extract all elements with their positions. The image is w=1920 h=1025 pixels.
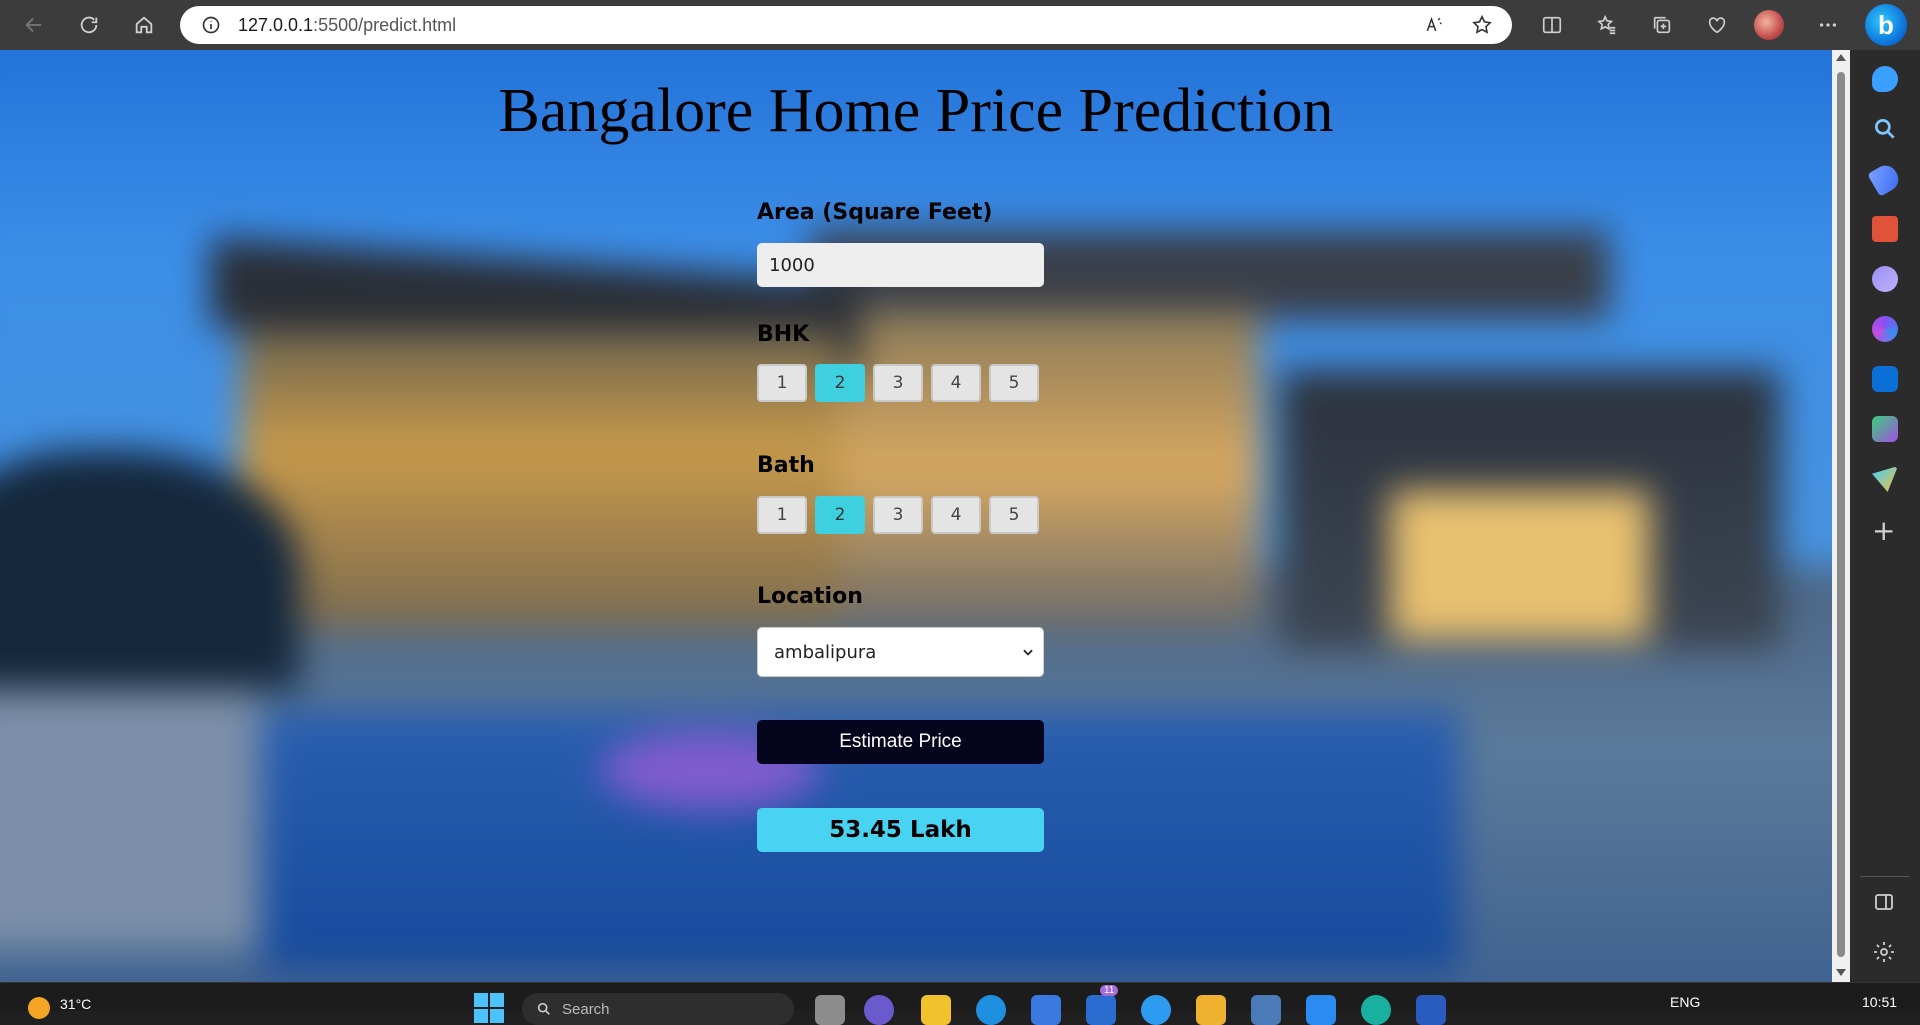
bing-copilot-icon[interactable]: b [1865,4,1907,46]
page-viewport: Bangalore Home Price Prediction Area (Sq… [0,50,1832,982]
chevron-down-icon [1023,649,1033,656]
edge-icon[interactable] [976,995,1006,1025]
bhk-option-4[interactable]: 4 [931,364,981,402]
location-select[interactable]: ambalipura [757,627,1044,677]
copilot-chat-icon[interactable] [1872,66,1898,92]
read-aloud-icon[interactable] [1422,13,1446,37]
area-label: Area (Square Feet) [757,200,993,225]
files-app-icon[interactable] [1196,995,1226,1025]
bhk-option-1[interactable]: 1 [757,364,807,402]
bath-option-2[interactable]: 2 [815,496,865,534]
photos-icon[interactable] [1141,995,1171,1025]
scroll-down-arrow-icon[interactable] [1836,969,1846,976]
home-icon[interactable] [124,5,164,45]
estimated-price-result: 53.45 Lakh [757,808,1044,852]
tools-briefcase-icon[interactable] [1872,216,1898,242]
bath-label: Bath [757,453,815,478]
bath-option-4[interactable]: 4 [931,496,981,534]
url-path: :5500/predict.html [313,14,457,35]
scroll-up-arrow-icon[interactable] [1836,54,1846,61]
page-title: Bangalore Home Price Prediction [498,77,1334,145]
file-explorer-icon[interactable] [921,995,951,1025]
url-text[interactable]: 127.0.0.1:5500/predict.html [238,15,456,36]
location-value: ambalipura [774,641,877,663]
favorite-star-icon[interactable] [1470,13,1494,37]
edge-dev-icon[interactable] [1361,995,1391,1025]
area-input[interactable] [757,243,1044,287]
bhk-option-5[interactable]: 5 [989,364,1039,402]
browser-essentials-icon[interactable] [1697,5,1737,45]
store-icon[interactable] [1031,995,1061,1025]
bath-option-1[interactable]: 1 [757,496,807,534]
sidebar-divider [1860,876,1910,877]
hide-sidebar-icon[interactable] [1872,890,1898,916]
favorites-icon[interactable] [1587,5,1627,45]
vscode-icon[interactable] [1306,995,1336,1025]
mail-badge: 11 [1100,985,1119,996]
weather-widget[interactable]: 31°C [28,989,91,1019]
send-icon[interactable] [1872,466,1898,492]
search-placeholder: Search [562,1000,610,1018]
address-bar[interactable]: 127.0.0.1:5500/predict.html [180,6,1512,44]
bhk-option-2[interactable]: 2 [815,364,865,402]
scrollbar-thumb[interactable] [1837,72,1845,957]
designer-icon[interactable] [1872,416,1898,442]
split-screen-icon[interactable] [1532,5,1572,45]
bath-option-3[interactable]: 3 [873,496,923,534]
language-indicator[interactable]: ENG [1670,994,1700,1010]
mail-icon[interactable]: 11 [1086,985,1119,1025]
estimate-price-button[interactable]: Estimate Price [757,720,1044,764]
task-view-icon[interactable] [815,995,845,1025]
bhk-options: 1 2 3 4 5 [757,364,1039,402]
add-app-icon[interactable]: + [1872,517,1895,545]
bhk-label: BHK [757,322,810,347]
windows-taskbar: 31°C Search 11 ENG 10:51 [0,982,1920,1025]
microsoft-365-icon[interactable] [1872,316,1898,342]
site-info-icon[interactable] [200,14,222,36]
bath-options: 1 2 3 4 5 [757,496,1039,534]
settings-gear-icon[interactable] [1872,940,1898,966]
page-scrollbar[interactable] [1832,50,1850,982]
games-icon[interactable] [1872,266,1898,292]
profile-avatar[interactable] [1754,10,1784,40]
outlook-icon[interactable] [1872,366,1898,392]
browser-toolbar: 127.0.0.1:5500/predict.html b [0,0,1920,50]
reload-icon[interactable] [69,5,109,45]
search-icon[interactable] [1872,116,1898,142]
collections-icon[interactable] [1642,5,1682,45]
bath-option-5[interactable]: 5 [989,496,1039,534]
location-label: Location [757,584,863,609]
url-host: 127.0.0.1 [238,14,314,35]
start-menu-icon[interactable] [474,993,504,1023]
temperature: 31°C [60,996,92,1012]
prediction-form: Bangalore Home Price Prediction Area (Sq… [0,50,1832,982]
taskbar-search[interactable]: Search [522,993,794,1025]
teams-chat-icon[interactable] [864,995,894,1025]
weather-sun-icon [28,997,50,1019]
more-options-icon[interactable] [1808,5,1848,45]
word-icon[interactable] [1416,995,1446,1025]
app-icon[interactable] [1251,995,1281,1025]
edge-sidebar: + [1850,50,1920,982]
bhk-option-3[interactable]: 3 [873,364,923,402]
clock-time[interactable]: 10:51 [1862,994,1897,1010]
shopping-tag-icon[interactable] [1867,161,1903,197]
back-icon[interactable] [14,5,54,45]
search-icon [537,1002,550,1015]
